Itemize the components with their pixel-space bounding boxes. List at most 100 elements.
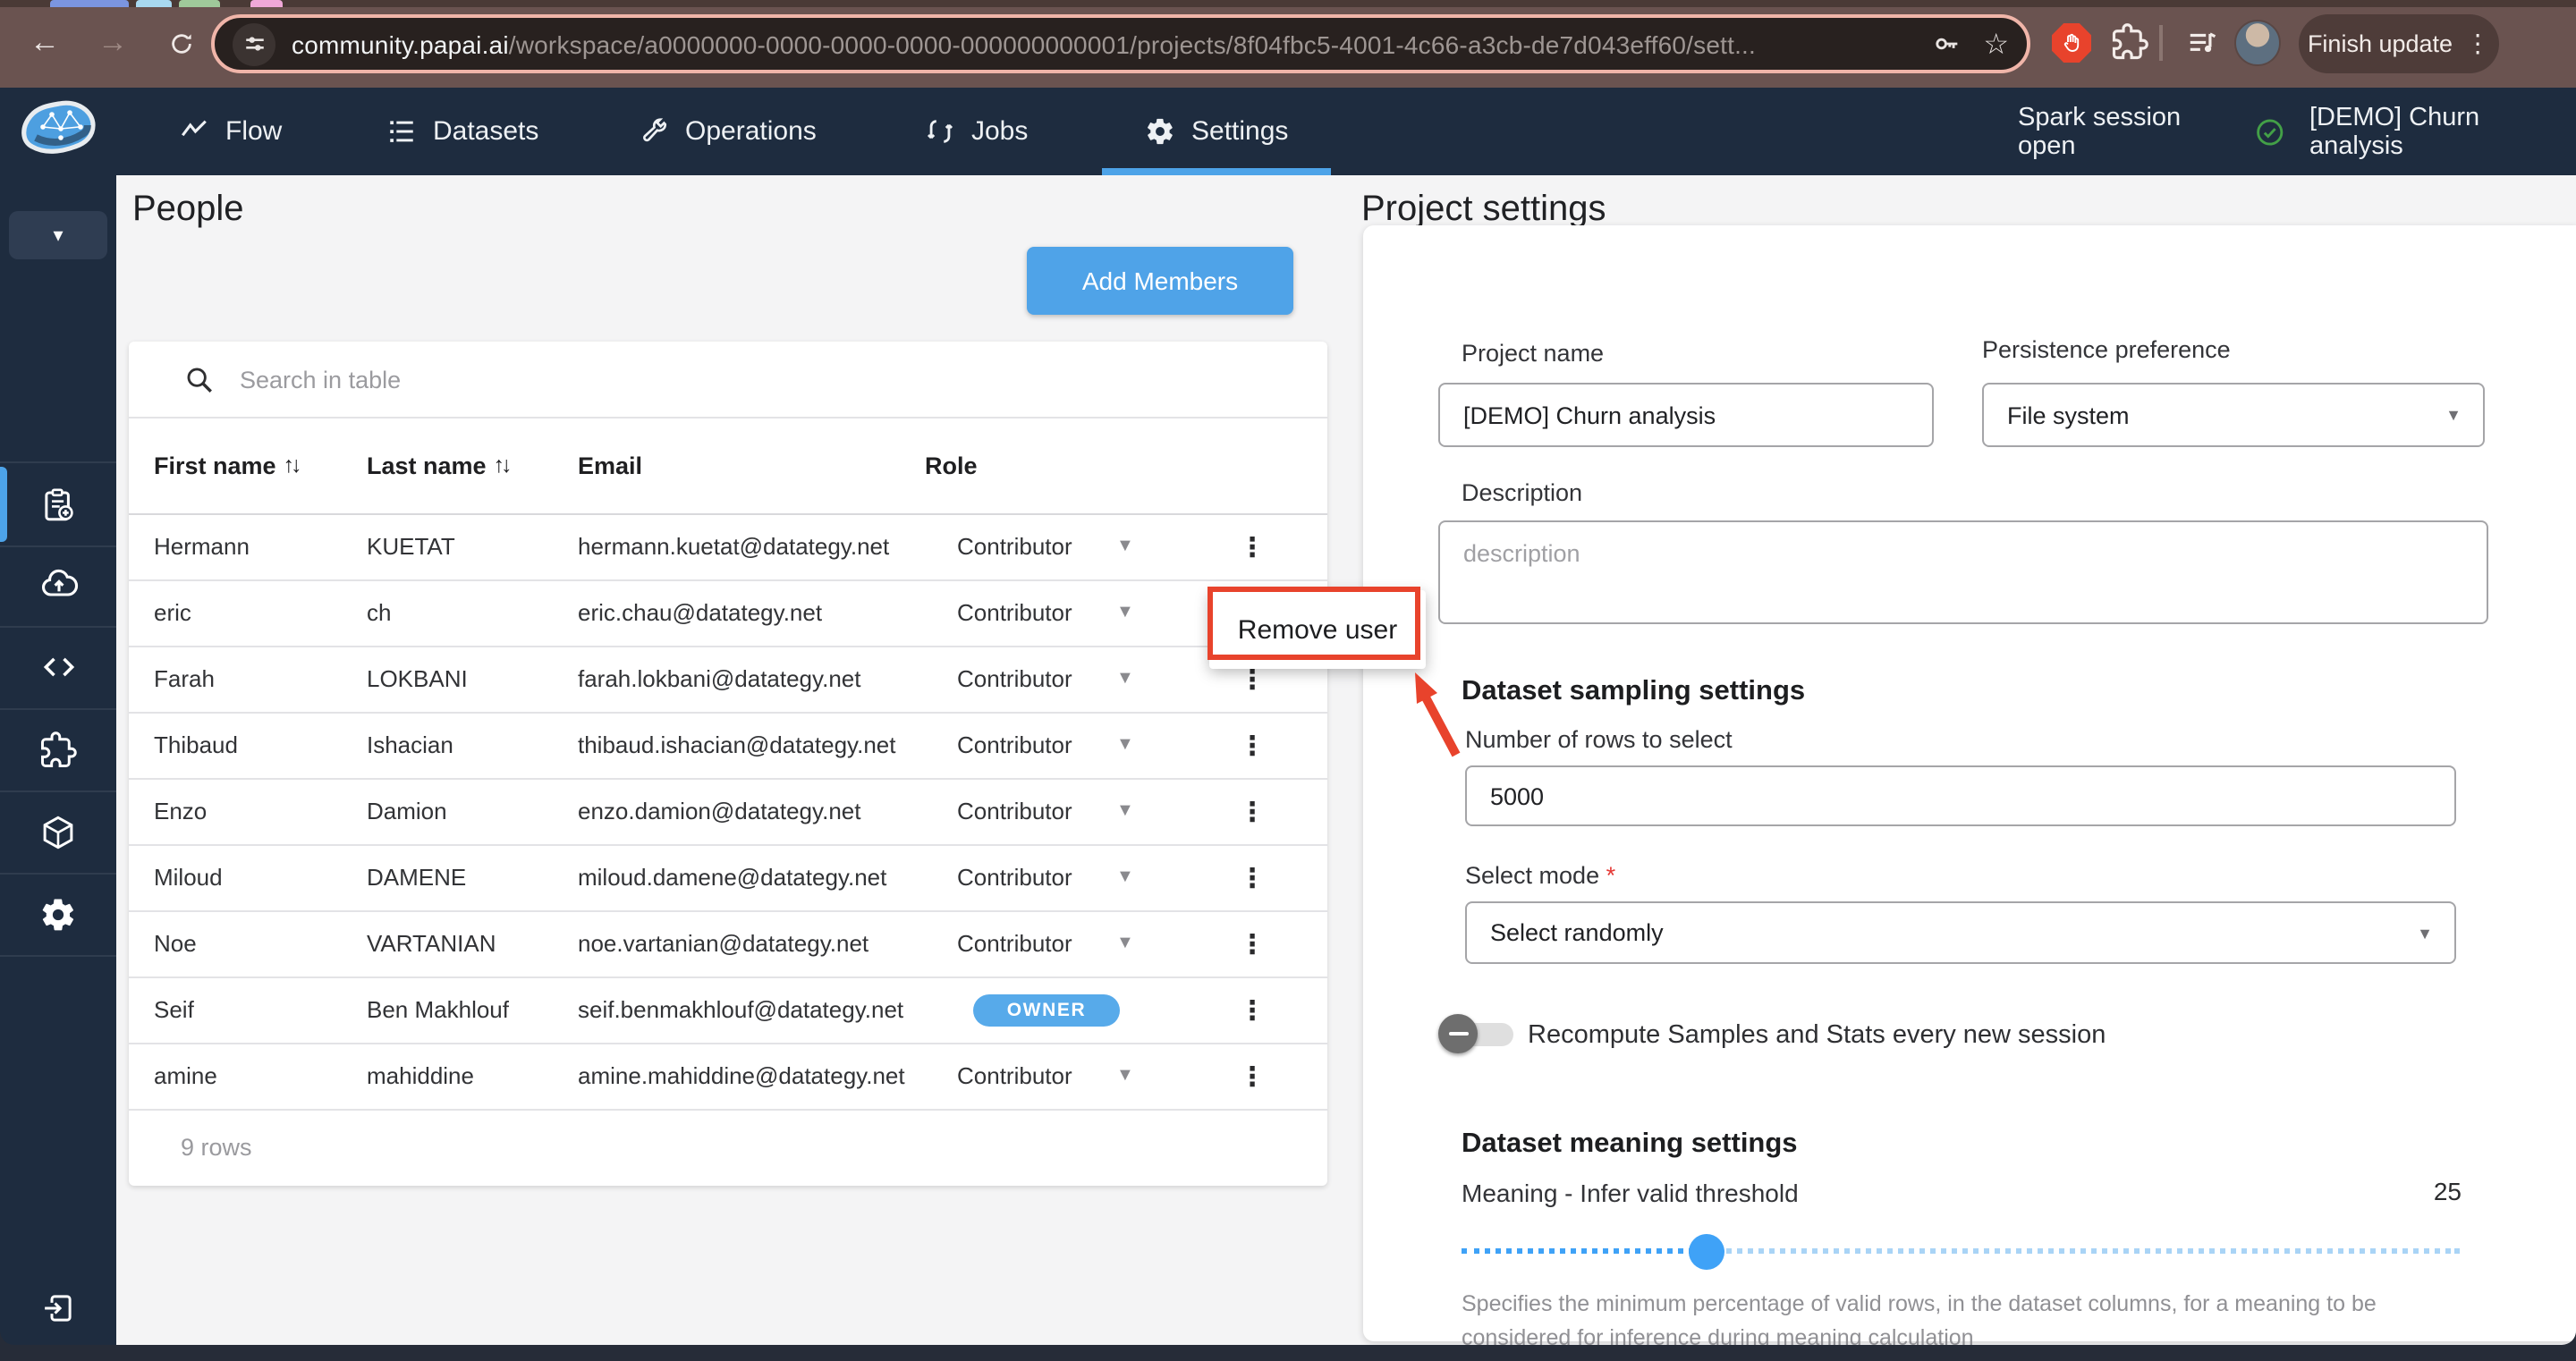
add-members-button[interactable]: Add Members [1027, 247, 1293, 315]
caret-down-icon: ▼ [1116, 646, 1134, 712]
caret-down-icon: ▼ [1116, 579, 1134, 646]
back-button[interactable]: ← [21, 20, 68, 66]
row-menu-button[interactable]: ⋮ [1234, 844, 1270, 910]
sidebar-item-project-active[interactable] [0, 461, 116, 547]
cell-last-name: Ishacian [367, 712, 571, 778]
search-placeholder: Search in table [240, 366, 401, 393]
sidebar-item-models[interactable] [0, 790, 116, 875]
url-bar[interactable]: community.papai.ai/workspace/a0000000-00… [211, 14, 2030, 73]
cell-first-name: Enzo [154, 778, 360, 844]
table-row: Noe VARTANIAN noe.vartanian@datategy.net… [129, 910, 1327, 978]
tab-flow[interactable]: Flow [179, 88, 282, 175]
extensions-puzzle-icon[interactable] [2111, 23, 2148, 70]
finish-update-button[interactable]: Finish update ⋮ [2299, 14, 2499, 73]
cell-last-name: VARTANIAN [367, 910, 571, 976]
exit-icon [39, 1289, 77, 1326]
jobs-icon [925, 116, 955, 147]
finish-update-label: Finish update [2308, 30, 2453, 57]
select-mode-select[interactable]: Select randomly▼ [1465, 901, 2456, 964]
bookmark-star-icon[interactable]: ☆ [1983, 26, 2009, 62]
persistence-select[interactable]: File system▼ [1982, 383, 2485, 447]
browser-tab[interactable] [250, 0, 283, 7]
people-title: People [132, 190, 244, 231]
row-menu-button[interactable]: ⋮ [1234, 712, 1270, 778]
row-menu-button[interactable]: ⋮ [1234, 778, 1270, 844]
browser-tab[interactable] [136, 0, 172, 7]
sidebar-item-settings[interactable] [0, 873, 116, 957]
table-search[interactable]: Search in table [129, 342, 1327, 418]
sidebar-exit-button[interactable] [0, 1284, 116, 1331]
project-settings-card: Project name [DEMO] Churn analysis Persi… [1363, 225, 2576, 1341]
sort-icon[interactable]: ↑↓ [494, 452, 509, 478]
sidebar-item-plugins[interactable] [0, 708, 116, 792]
slider-track-filled[interactable] [1462, 1248, 1707, 1254]
project-name-input[interactable]: [DEMO] Churn analysis [1438, 383, 1934, 447]
datasets-icon [386, 116, 417, 147]
flow-icon [179, 116, 209, 147]
description-textarea[interactable]: description [1438, 520, 2488, 624]
recompute-label: Recompute Samples and Stats every new se… [1528, 1021, 2106, 1050]
role-select[interactable]: Contributor▼ [957, 646, 1154, 712]
browser-tab[interactable] [50, 0, 129, 7]
sidebar-item-cloud-upload[interactable] [0, 544, 116, 628]
reload-button[interactable] [157, 20, 204, 66]
search-icon [184, 364, 215, 394]
browser-menu-icon[interactable]: ⋮ [2465, 29, 2490, 59]
column-role: Role [925, 417, 978, 513]
tab-settings[interactable]: Settings [1145, 88, 1288, 175]
recompute-toggle[interactable] [1438, 1012, 1521, 1055]
slider-thumb[interactable] [1689, 1234, 1724, 1270]
remove-user-menu-item[interactable]: Remove user [1209, 590, 1426, 669]
cell-first-name: amine [154, 1043, 360, 1109]
row-menu-button[interactable]: ⋮ [1234, 513, 1270, 579]
site-settings-icon[interactable] [233, 22, 275, 65]
browser-profile-avatar[interactable] [2234, 20, 2281, 66]
column-first-name[interactable]: First name↑↓ [154, 417, 299, 513]
cell-last-name: Damion [367, 778, 571, 844]
table-row: Miloud DAMENE miloud.damene@datategy.net… [129, 844, 1327, 912]
caret-down-icon: ▼ [1116, 778, 1134, 844]
role-select[interactable]: Contributor▼ [957, 910, 1154, 976]
cell-last-name: ch [367, 579, 571, 646]
spark-session-status: Spark session open [DEMO] Churn analysis [2018, 88, 2576, 175]
role-select[interactable]: Contributor▼ [957, 844, 1154, 910]
media-playlist-icon[interactable] [2186, 27, 2220, 70]
rows-to-select-input[interactable]: 5000 [1465, 765, 2456, 826]
role-select[interactable]: Contributor▼ [957, 513, 1154, 579]
slider-track[interactable] [1707, 1248, 2460, 1254]
role-select[interactable]: Contributor▼ [957, 1043, 1154, 1109]
tab-datasets[interactable]: Datasets [386, 88, 538, 175]
threshold-label: Meaning - Infer valid threshold [1462, 1179, 1799, 1207]
column-email: Email [578, 417, 642, 513]
meaning-settings-heading: Dataset meaning settings [1462, 1129, 1798, 1161]
tab-operations[interactable]: Operations [639, 88, 817, 175]
cell-first-name: Noe [154, 910, 360, 976]
table-row: Enzo Damion enzo.damion@datategy.net Con… [129, 778, 1327, 846]
role-select[interactable]: Contributor▼ [957, 778, 1154, 844]
row-menu-button[interactable]: ⋮ [1234, 976, 1270, 1043]
row-menu-button[interactable]: ⋮ [1234, 910, 1270, 976]
table-row: Thibaud Ishacian thibaud.ishacian@datate… [129, 712, 1327, 780]
role-select[interactable]: Contributor▼ [957, 579, 1154, 646]
url-text: community.papai.ai/workspace/a0000000-00… [292, 30, 1756, 58]
project-name-label: [DEMO] Churn analysis [2309, 103, 2576, 160]
cell-last-name: mahiddine [367, 1043, 571, 1109]
passkey-icon[interactable] [1931, 29, 1962, 59]
cell-first-name: Seif [154, 976, 360, 1043]
sidebar-item-code[interactable] [0, 626, 116, 710]
app-logo[interactable] [18, 98, 100, 172]
description-label: Description [1462, 479, 1582, 506]
tab-jobs[interactable]: Jobs [925, 88, 1028, 175]
forward-button[interactable]: → [89, 20, 136, 66]
role-select[interactable]: Contributor▼ [957, 712, 1154, 778]
code-icon [38, 647, 78, 687]
caret-down-icon: ▼ [2445, 406, 2462, 424]
cell-last-name: KUETAT [367, 513, 571, 579]
browser-tab[interactable] [179, 0, 220, 7]
sort-icon[interactable]: ↑↓ [284, 452, 299, 478]
row-menu-button[interactable]: ⋮ [1234, 1043, 1270, 1109]
adblock-extension-icon[interactable] [2052, 23, 2091, 63]
column-last-name[interactable]: Last name↑↓ [367, 417, 509, 513]
sidebar-collapse-dropdown[interactable]: ▾ [9, 211, 107, 259]
cell-email: miloud.damene@datategy.net [578, 844, 945, 910]
